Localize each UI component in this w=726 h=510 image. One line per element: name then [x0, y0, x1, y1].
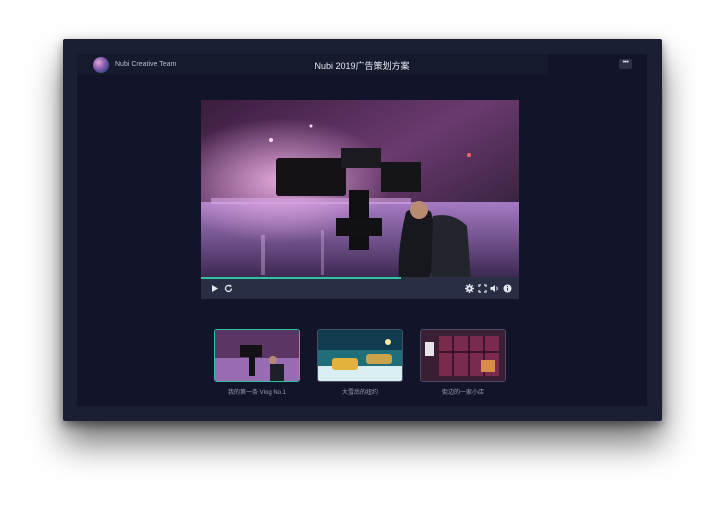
play-icon[interactable] [209, 283, 220, 294]
volume-icon[interactable] [489, 283, 500, 294]
page-title: Nubi 2019广告策划方案 [314, 61, 410, 71]
control-bar [201, 279, 519, 299]
loop-icon[interactable] [223, 283, 234, 294]
playlist-caption-3: 街边的一家小店 [441, 390, 484, 396]
video-still-image [201, 100, 519, 279]
playlist-caption-2: 大雪后的纽约 [341, 390, 378, 396]
playlist-caption-1: 我的第一条 Vlog No.1 [227, 390, 287, 396]
playlist-thumb-3[interactable] [420, 329, 506, 382]
playlist-thumb-1[interactable] [214, 329, 300, 382]
info-icon[interactable] [502, 283, 513, 294]
avatar[interactable] [93, 57, 109, 73]
video-player [201, 100, 519, 299]
thumbnail-image [421, 330, 505, 381]
thumbnail-image [215, 330, 299, 381]
gear-icon[interactable] [464, 283, 475, 294]
team-name: Nubi Creative Team [115, 61, 177, 68]
thumbnail-image [318, 330, 402, 381]
app-window: Nubi Creative Team Nubi 2019广告策划方案 ••• 我… [63, 39, 662, 421]
playlist-thumb-2[interactable] [317, 329, 403, 382]
app-content: Nubi Creative Team Nubi 2019广告策划方案 ••• 我… [77, 54, 647, 406]
more-button[interactable]: ••• [619, 59, 632, 69]
video-frame[interactable] [201, 100, 519, 279]
fullscreen-icon[interactable] [477, 283, 488, 294]
